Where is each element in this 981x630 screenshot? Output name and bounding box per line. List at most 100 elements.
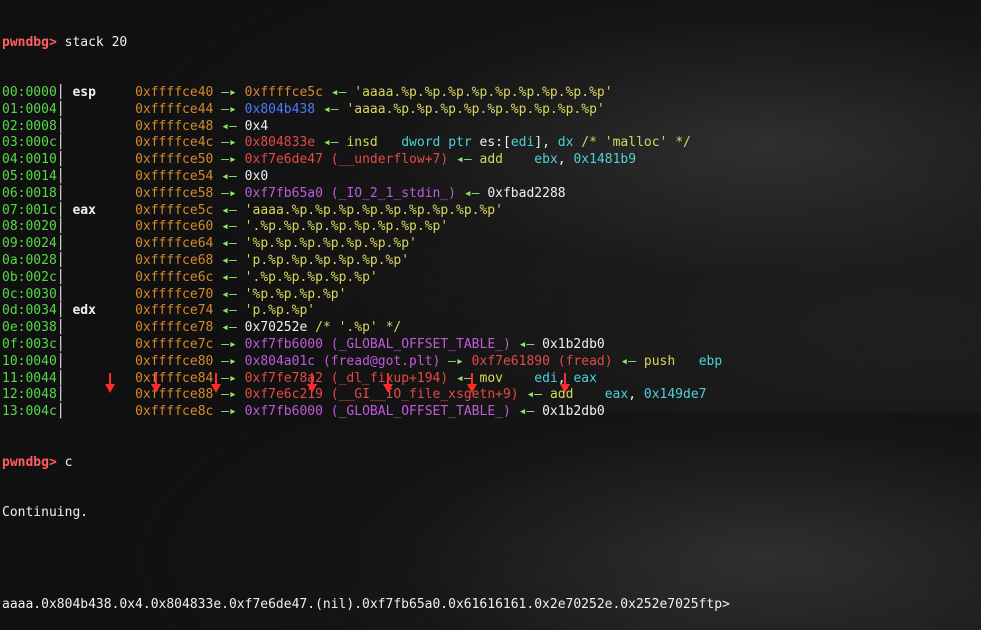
pointer-arrow: —▸ [213, 185, 245, 201]
stack-value: 0x804b438 [244, 101, 316, 117]
pointer-arrow: ◂— [213, 118, 245, 134]
stack-value: '%p.%p.%p.%p.%p.%p.%p' [244, 236, 417, 252]
register-label [72, 186, 95, 201]
value-annotation: /* '.%p' */ [307, 320, 402, 336]
terminal[interactable]: pwndbg> stack 20 00:0000│ esp 0xffffce40… [2, 1, 979, 630]
register-label [72, 270, 95, 285]
stack-row: 02:0008│ 0xffffce48 ◂— 0x4 [2, 119, 979, 136]
separator: │ [56, 353, 73, 369]
pointer-arrow: ◂— [213, 168, 245, 184]
value-annotation: (_GLOBAL_OFFSET_TABLE_) [322, 336, 511, 352]
stack-index: 05:0014 [2, 168, 57, 184]
register-label: esp [72, 84, 96, 100]
stack-row: 01:0004│ 0xffffce44 —▸ 0x804b438 ◂— 'aaa… [2, 102, 979, 119]
pointer-arrow: —▸ [213, 84, 245, 100]
red-down-arrow-icon [560, 373, 570, 393]
pointer-arrow: —▸ [213, 152, 245, 168]
value-annotation: ◂— [315, 101, 347, 117]
value-annotation: ◂— [518, 387, 550, 403]
value-annotation: —▸ [440, 353, 472, 369]
value-annotation: eax [604, 387, 629, 403]
stack-index: 00:0000 [2, 84, 57, 100]
marker-spacer [2, 555, 979, 563]
stack-address: 0xffffce44 [135, 101, 214, 117]
stack-row: 04:0010│ 0xffffce50 —▸ 0xf7e6de47 (__und… [2, 152, 979, 169]
stack-address: 0xffffce84 [135, 370, 214, 386]
register-label [72, 287, 95, 302]
value-annotation: ebp [698, 353, 723, 369]
separator: │ [56, 303, 73, 319]
stack-address: 0xffffce58 [135, 185, 214, 201]
separator: │ [56, 387, 73, 403]
value-annotation: eax [573, 370, 597, 386]
stack-row: 06:0018│ 0xffffce58 —▸ 0xf7fb65a0 (_IO_2… [2, 186, 979, 203]
stack-address: 0xffffce6c [135, 269, 214, 285]
stack-index: 0f:003c [2, 336, 57, 352]
stack-address: 0xffffce70 [135, 286, 214, 302]
value-annotation: dx [557, 135, 574, 151]
stack-address: 0xffffce4c [135, 135, 214, 151]
stack-index: 08:0020 [2, 219, 57, 235]
register-label [72, 253, 95, 268]
value-annotation: (fread@got.plt) [315, 353, 441, 369]
stack-row: 12:0048│ 0xffffce88 —▸ 0xf7e6c219 (__GI_… [2, 387, 979, 404]
separator: │ [56, 320, 73, 336]
separator: │ [56, 84, 73, 100]
pointer-arrow: ◂— [213, 320, 245, 336]
register-label [72, 387, 95, 402]
stack-index: 0c:0030 [2, 286, 57, 302]
separator: │ [56, 286, 73, 302]
stack-value: 0xf7fb6000 [244, 336, 323, 352]
separator: │ [56, 370, 73, 386]
red-down-arrow-icon [307, 373, 317, 393]
value-annotation: (__GI__IO_file_xsgetn+9) [322, 387, 519, 403]
stack-index: 04:0010 [2, 152, 57, 168]
stack-index: 01:0004 [2, 101, 57, 117]
stack-value: '.%p.%p.%p.%p.%p.%p.%p.%p' [244, 219, 449, 235]
value-annotation: ◂— [510, 336, 543, 352]
value-annotation: 0x1b2db0 [542, 404, 605, 420]
stack-address: 0xffffce54 [135, 168, 214, 184]
pointer-arrow: ◂— [213, 202, 245, 218]
stack-row: 0c:0030│ 0xffffce70 ◂— '%p.%p.%p.%p' [2, 287, 979, 304]
stack-value: 0x4 [244, 118, 269, 134]
pointer-arrow: —▸ [213, 353, 245, 369]
prompt-line-continue: pwndbg> c [2, 455, 979, 472]
value-annotation: ebx [534, 152, 558, 168]
separator: │ [56, 152, 73, 168]
stack-row: 0e:0038│ 0xffffce78 ◂— 0x70252e /* '.%p'… [2, 320, 979, 337]
pointer-arrow: —▸ [213, 135, 245, 151]
value-annotation: ◂— [510, 404, 543, 420]
value-annotation: 'aaaa.%p.%p.%p.%p.%p.%p.%p.%p.%p' [346, 101, 605, 117]
stack-address: 0xffffce60 [135, 219, 214, 235]
value-annotation: 0x1b2db0 [542, 336, 605, 352]
value-annotation: 0x149de7 [643, 387, 707, 403]
separator: │ [56, 252, 73, 268]
value-annotation: (fread) [549, 353, 613, 369]
value-annotation: edi [534, 370, 558, 386]
stack-address: 0xffffce50 [135, 152, 214, 168]
register-label [72, 371, 95, 386]
stack-index: 11:0044 [2, 370, 57, 386]
stack-address: 0xffffce48 [135, 118, 214, 134]
value-annotation: add [479, 152, 535, 168]
pointer-arrow: ◂— [213, 303, 245, 319]
stack-index: 02:0008 [2, 118, 57, 134]
value-annotation: ], [534, 135, 558, 151]
command-text: stack 20 [56, 34, 128, 50]
value-annotation: 0x1481b9 [573, 152, 637, 168]
red-down-arrow-icon [383, 373, 393, 393]
value-annotation: insd [346, 135, 402, 151]
continuing-text: Continuing. [2, 504, 89, 520]
separator: │ [56, 404, 73, 420]
stack-row: 0d:0034│ edx 0xffffce74 ◂— 'p.%p.%p' [2, 303, 979, 320]
stack-value: 0x804a01c [244, 353, 316, 369]
value-annotation: (_IO_2_1_stdin_) [322, 185, 457, 201]
stack-row: 10:0040│ 0xffffce80 —▸ 0x804a01c (fread@… [2, 354, 979, 371]
